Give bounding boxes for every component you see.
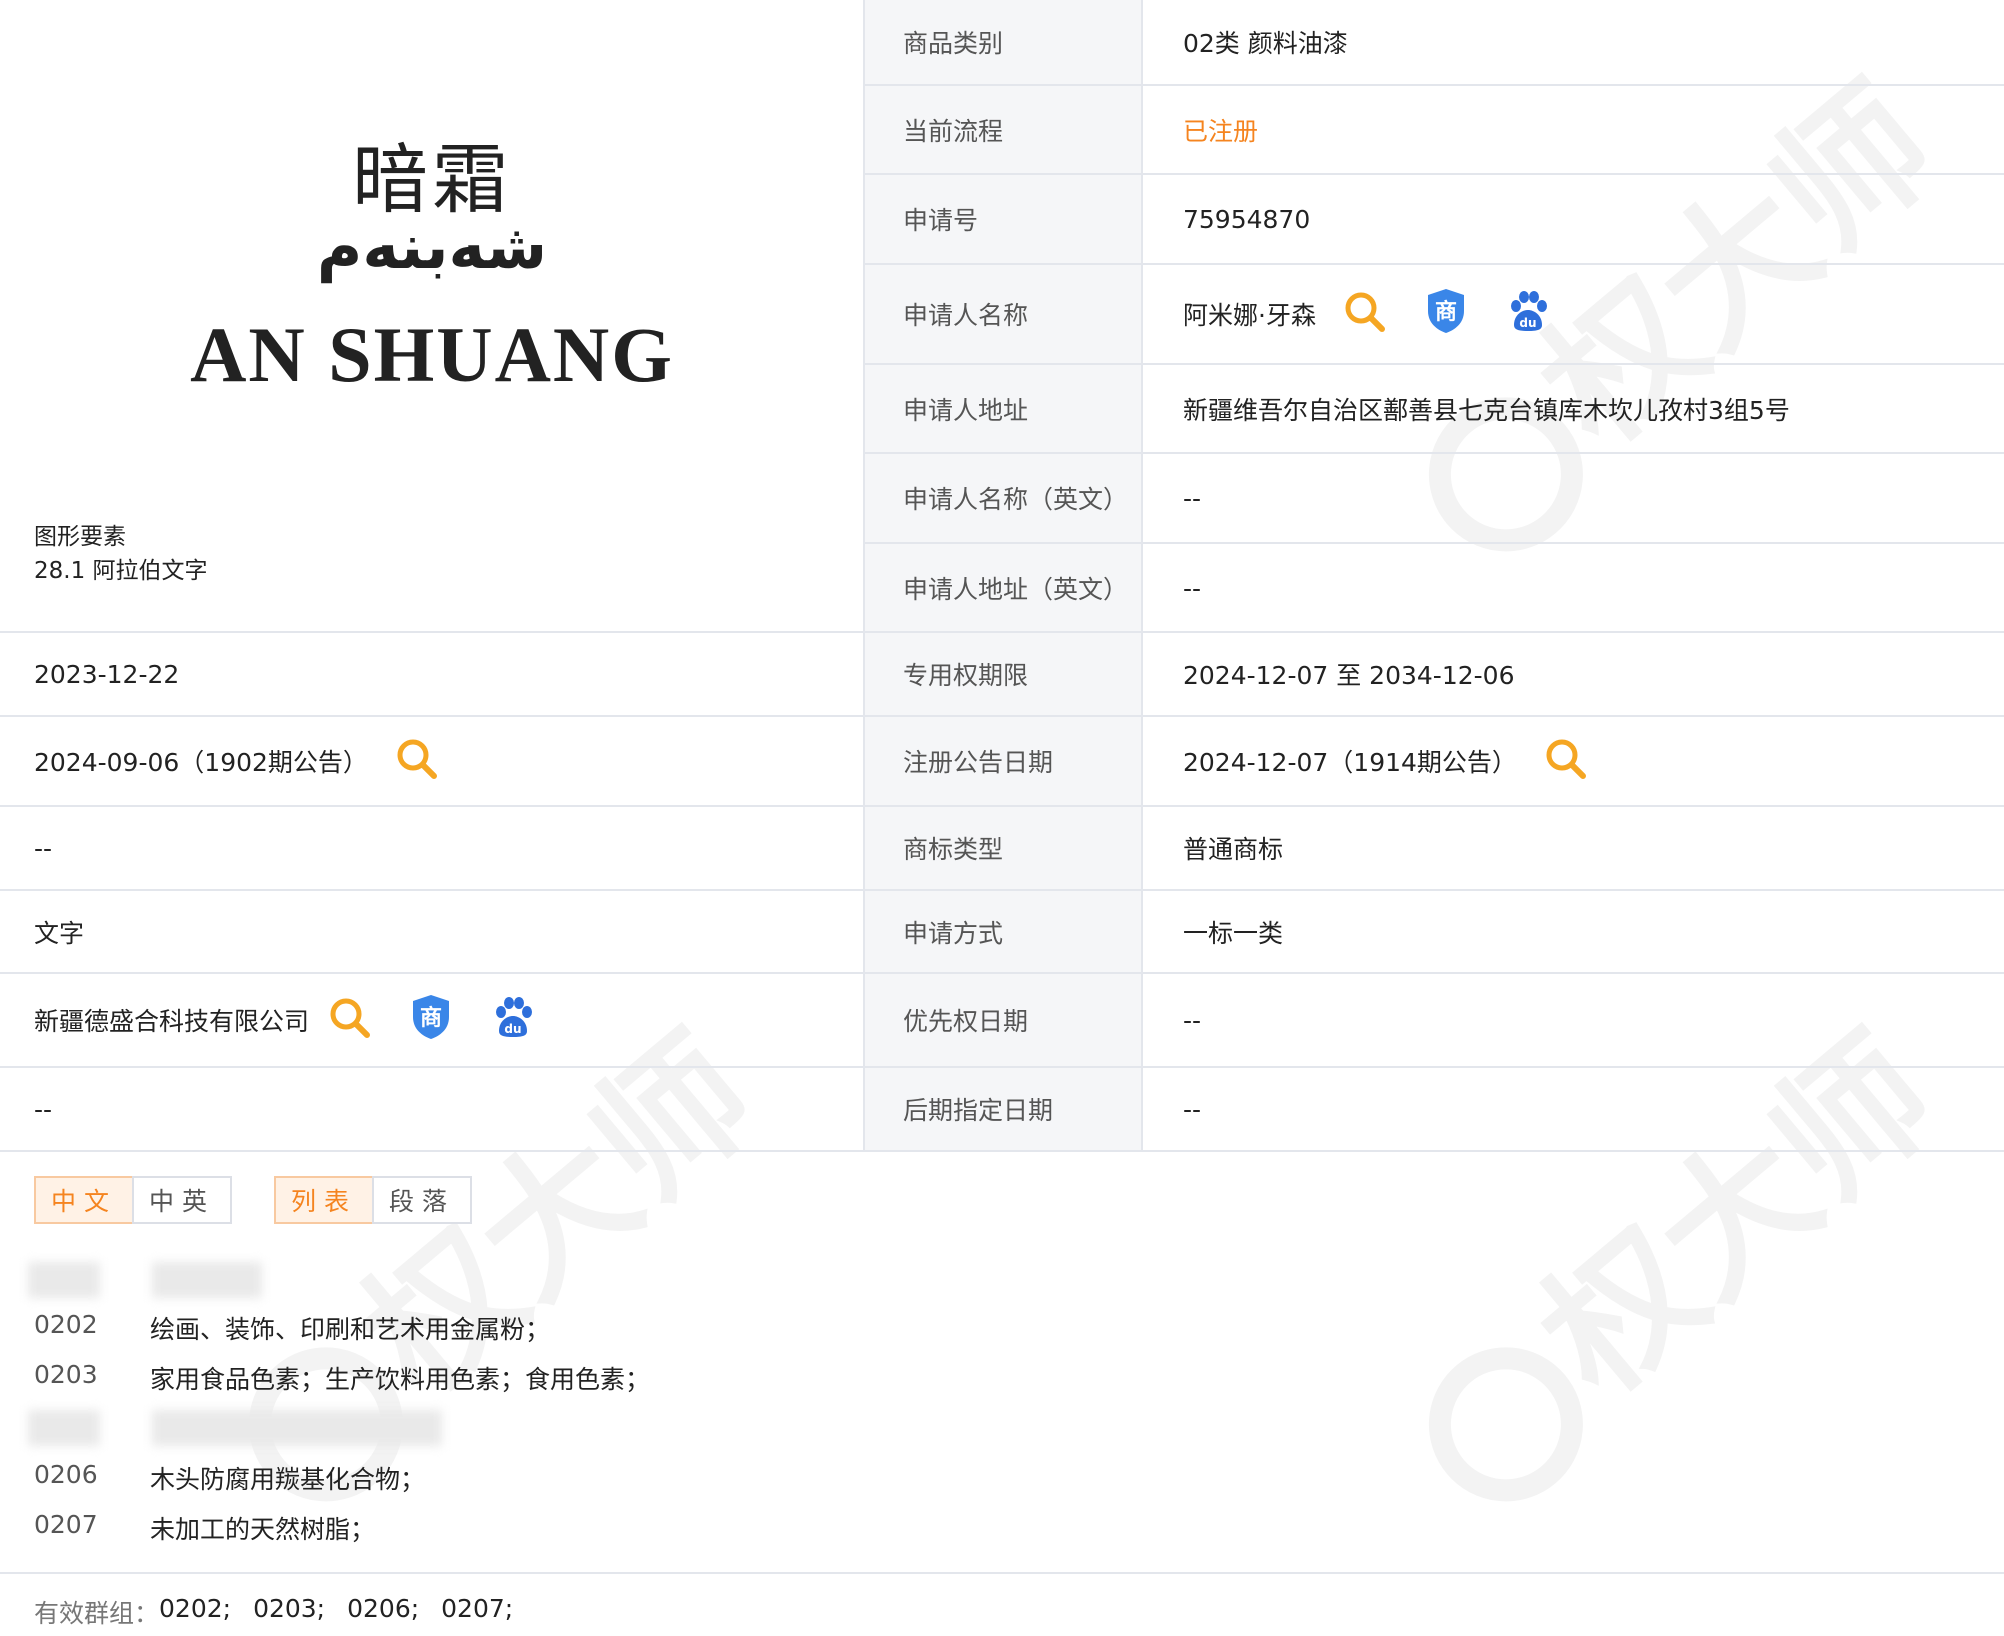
trademark-shield-icon[interactable]: 商 [409,993,453,1047]
value-exclusive-right-period: 2024-12-07 至 2034-12-06 [1183,661,1515,690]
label-registration-announcement-date: 注册公告日期 [903,748,1054,777]
trademark-logo-english: AN SHUANG [190,311,674,398]
value-registration-announcement-date: 2024-12-07（1914期公告） [1183,748,1517,777]
list-item: 0203 家用食品色素；生产饮料用色素；食用色素； [34,1360,650,1396]
figure-elements-value: 28.1 阿拉伯文字 [34,558,208,584]
trademark-logo-uyghur: شەبنەم [316,210,548,283]
blurred-group-header [152,1262,262,1298]
goods-text: 家用食品色素；生产饮料用色素；食用色素； [150,1365,651,1394]
label-goods-class: 商品类别 [903,29,1004,58]
svg-text:du: du [504,1022,521,1036]
figure-elements: 图形要素 28.1 阿拉伯文字 [34,520,208,588]
svg-text:商: 商 [1435,299,1457,325]
goods-text: 木头防腐用羰基化合物； [150,1465,426,1494]
list-item: 0202 绘画、装饰、印刷和艺术用金属粉； [34,1310,550,1346]
search-icon[interactable] [327,995,371,1045]
svg-text:商: 商 [420,1005,442,1031]
label-exclusive-right-period: 专用权期限 [903,661,1029,690]
label-applicant-name: 申请人名称 [903,301,1029,330]
goods-code: 0203 [34,1360,98,1389]
value-left-dash-2: -- [34,1094,53,1124]
search-icon[interactable] [1342,289,1386,339]
blurred-group-header [28,1262,100,1298]
label-applicant-address: 申请人地址 [903,396,1029,425]
goods-text: 绘画、装饰、印刷和艺术用金属粉； [150,1315,551,1344]
value-goods-class: 02类 颜料油漆 [1183,29,1348,58]
value-priority-date: -- [1183,1005,1202,1035]
view-tabs: 列表 段落 [274,1176,472,1224]
preliminary-announcement-row: 2024-09-06（1902期公告） [34,717,476,805]
value-applicant-address-english: -- [1183,573,1202,603]
valid-group-code: 0207; [441,1594,514,1623]
valid-group-code: 0202; [159,1594,232,1623]
goods-code: 0202 [34,1310,98,1339]
value-preliminary-announcement: 2024-09-06（1902期公告） [34,748,368,777]
value-trademark-type: 普通商标 [1183,835,1284,864]
list-item: 0207 未加工的天然树脂； [34,1510,375,1546]
row-divider [864,84,2004,86]
registration-announcement-row: 2024-12-07（1914期公告） [1183,717,1625,805]
value-application-number: 75954870 [1183,204,1311,234]
tab-list[interactable]: 列表 [274,1176,374,1224]
goods-code: 0207 [34,1510,98,1539]
valid-group-code: 0206; [347,1594,420,1623]
list-item: 0206 木头防腐用羰基化合物； [34,1460,425,1496]
value-application-method: 一标一类 [1183,919,1284,948]
value-applicant-name-english: -- [1183,483,1202,513]
blurred-group-header [28,1410,100,1446]
figure-elements-title: 图形要素 [34,524,126,550]
label-applicant-name-english: 申请人名称（英文） [903,485,1129,514]
value-left-dash: -- [34,833,53,863]
goods-text: 未加工的天然树脂； [150,1515,376,1544]
applicant-icons: 商 du [1342,287,1588,341]
tab-paragraph[interactable]: 段落 [372,1176,472,1224]
row-divider [0,1150,2004,1152]
baidu-paw-icon[interactable]: du [1506,289,1550,339]
watermark: 权大师 [1362,978,1972,1539]
value-application-date: 2023-12-22 [34,659,180,689]
search-icon[interactable] [394,736,438,786]
language-tabs: 中文 中英 [34,1176,232,1224]
value-applicant-address: 新疆维吾尔自治区鄯善县七克台镇库木坎儿孜村3组5号 [1183,396,1790,425]
value-trademark-form: 文字 [34,919,85,948]
valid-group-code: 0203; [253,1594,326,1623]
search-icon[interactable] [1543,736,1587,786]
value-current-process: 已注册 [1183,117,1259,146]
svg-text:du: du [1519,316,1536,330]
goods-code: 0206 [34,1460,98,1489]
label-applicant-address-english: 申请人地址（英文） [903,575,1129,604]
baidu-paw-icon[interactable]: du [491,995,535,1045]
valid-groups: 有效群组： 0202; 0203; 0206; 0207; [34,1594,535,1630]
tab-chinese[interactable]: 中文 [34,1176,134,1224]
label-trademark-type: 商标类型 [903,835,1004,864]
applicant-name-row: 阿米娜·牙森 商 du [1183,265,1588,363]
tab-chinese-english[interactable]: 中英 [132,1176,232,1224]
value-applicant-name: 阿米娜·牙森 [1183,301,1316,330]
label-current-process: 当前流程 [903,117,1004,146]
valid-groups-label: 有效群组： [34,1599,160,1628]
label-later-designation-date: 后期指定日期 [903,1096,1054,1125]
value-agent: 新疆德盛合科技有限公司 [34,1007,310,1036]
value-later-designation-date: -- [1183,1094,1202,1124]
row-divider [864,173,2004,175]
label-application-method: 申请方式 [903,919,1004,948]
label-priority-date: 优先权日期 [903,1007,1029,1036]
agent-row: 新疆德盛合科技有限公司 商 du [34,974,573,1066]
row-divider [0,1572,2004,1574]
blurred-group-header [152,1410,442,1446]
label-application-number: 申请号 [903,206,979,235]
trademark-shield-icon[interactable]: 商 [1424,287,1468,341]
